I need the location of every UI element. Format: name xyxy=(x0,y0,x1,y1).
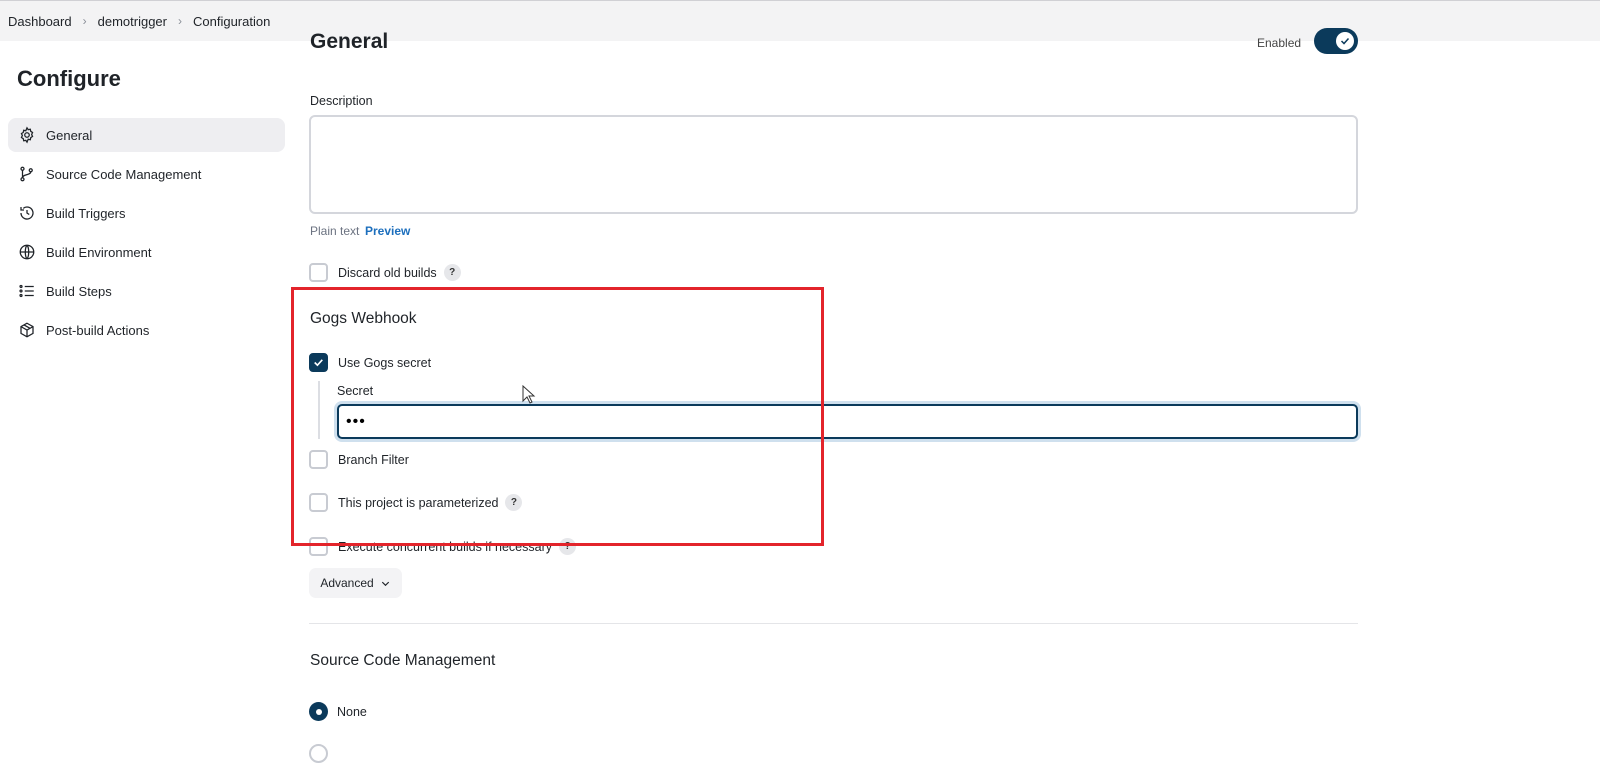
parameterized-label: This project is parameterized xyxy=(338,495,499,510)
gear-icon xyxy=(18,126,36,144)
enabled-label: Enabled xyxy=(1257,36,1302,50)
discard-old-builds-label: Discard old builds xyxy=(338,265,437,280)
concurrent-builds-checkbox[interactable] xyxy=(309,537,328,556)
scm-title: Source Code Management xyxy=(310,652,496,669)
sidebar-item-source-code-management[interactable]: Source Code Management xyxy=(8,157,285,191)
discard-old-builds-row: Discard old builds ? xyxy=(309,263,461,282)
scm-next-radio[interactable] xyxy=(309,744,328,763)
breadcrumb-dashboard[interactable]: Dashboard xyxy=(8,14,72,29)
sidebar-item-build-environment[interactable]: Build Environment xyxy=(8,235,285,269)
preview-link[interactable]: Preview xyxy=(365,224,410,238)
scm-none-label: None xyxy=(337,704,367,719)
description-label: Description xyxy=(310,94,373,108)
section-divider xyxy=(309,623,1358,624)
sidebar: General Source Code Management Build Tri… xyxy=(8,118,285,352)
description-textarea[interactable] xyxy=(309,115,1358,214)
chevron-right-icon: › xyxy=(82,14,87,28)
branch-filter-checkbox[interactable] xyxy=(309,450,328,469)
enabled-toggle[interactable] xyxy=(1314,28,1358,54)
sidebar-item-label: Source Code Management xyxy=(46,166,202,182)
plain-text-label: Plain text xyxy=(310,224,360,238)
chevron-down-icon xyxy=(380,578,391,589)
breadcrumb: Dashboard › demotrigger › Configuration xyxy=(0,0,1600,41)
help-icon[interactable]: ? xyxy=(559,538,576,555)
sidebar-item-label: General xyxy=(46,127,93,143)
advanced-button[interactable]: Advanced xyxy=(309,568,402,598)
sidebar-item-label: Post-build Actions xyxy=(46,322,150,338)
chevron-right-icon: › xyxy=(177,14,182,28)
parameterized-row: This project is parameterized ? xyxy=(309,493,523,512)
section-title-general: General xyxy=(310,30,389,53)
sidebar-item-label: Build Steps xyxy=(46,283,112,299)
check-icon xyxy=(314,359,323,367)
secret-input[interactable] xyxy=(337,404,1358,439)
use-gogs-secret-label: Use Gogs secret xyxy=(338,355,432,370)
sidebar-item-post-build-actions[interactable]: Post-build Actions xyxy=(8,313,285,347)
discard-old-builds-checkbox[interactable] xyxy=(309,263,328,282)
sidebar-item-build-steps[interactable]: Build Steps xyxy=(8,274,285,308)
advanced-label: Advanced xyxy=(320,576,374,590)
sidebar-item-label: Build Environment xyxy=(46,244,152,260)
check-icon xyxy=(1336,32,1354,50)
scm-none-row: None xyxy=(309,702,367,721)
use-gogs-secret-checkbox[interactable] xyxy=(309,353,328,372)
help-icon[interactable]: ? xyxy=(505,494,523,511)
sidebar-item-label: Build Triggers xyxy=(46,205,126,221)
mouse-cursor-icon xyxy=(522,384,536,410)
sidebar-item-build-triggers[interactable]: Build Triggers xyxy=(8,196,285,230)
branch-filter-label: Branch Filter xyxy=(338,452,409,467)
breadcrumb-job[interactable]: demotrigger xyxy=(98,14,167,29)
scm-none-radio[interactable] xyxy=(309,702,328,721)
secret-label: Secret xyxy=(337,384,374,398)
git-branch-icon xyxy=(18,165,36,183)
concurrent-builds-row: Execute concurrent builds if necessary ? xyxy=(309,537,576,556)
gogs-webhook-title: Gogs Webhook xyxy=(310,310,417,327)
list-icon xyxy=(18,282,36,300)
use-gogs-secret-row: Use Gogs secret xyxy=(309,353,431,372)
globe-icon xyxy=(18,243,36,261)
page-title: Configure xyxy=(17,66,121,91)
nested-indent-bar xyxy=(318,381,320,439)
help-icon[interactable]: ? xyxy=(443,264,461,281)
branch-filter-row: Branch Filter xyxy=(309,450,409,469)
clock-icon xyxy=(18,204,36,222)
concurrent-builds-label: Execute concurrent builds if necessary xyxy=(338,539,552,554)
package-icon xyxy=(18,321,36,339)
parameterized-checkbox[interactable] xyxy=(309,493,328,512)
sidebar-item-general[interactable]: General xyxy=(8,118,285,152)
scm-next-row xyxy=(309,744,328,763)
breadcrumb-configuration[interactable]: Configuration xyxy=(193,14,270,29)
